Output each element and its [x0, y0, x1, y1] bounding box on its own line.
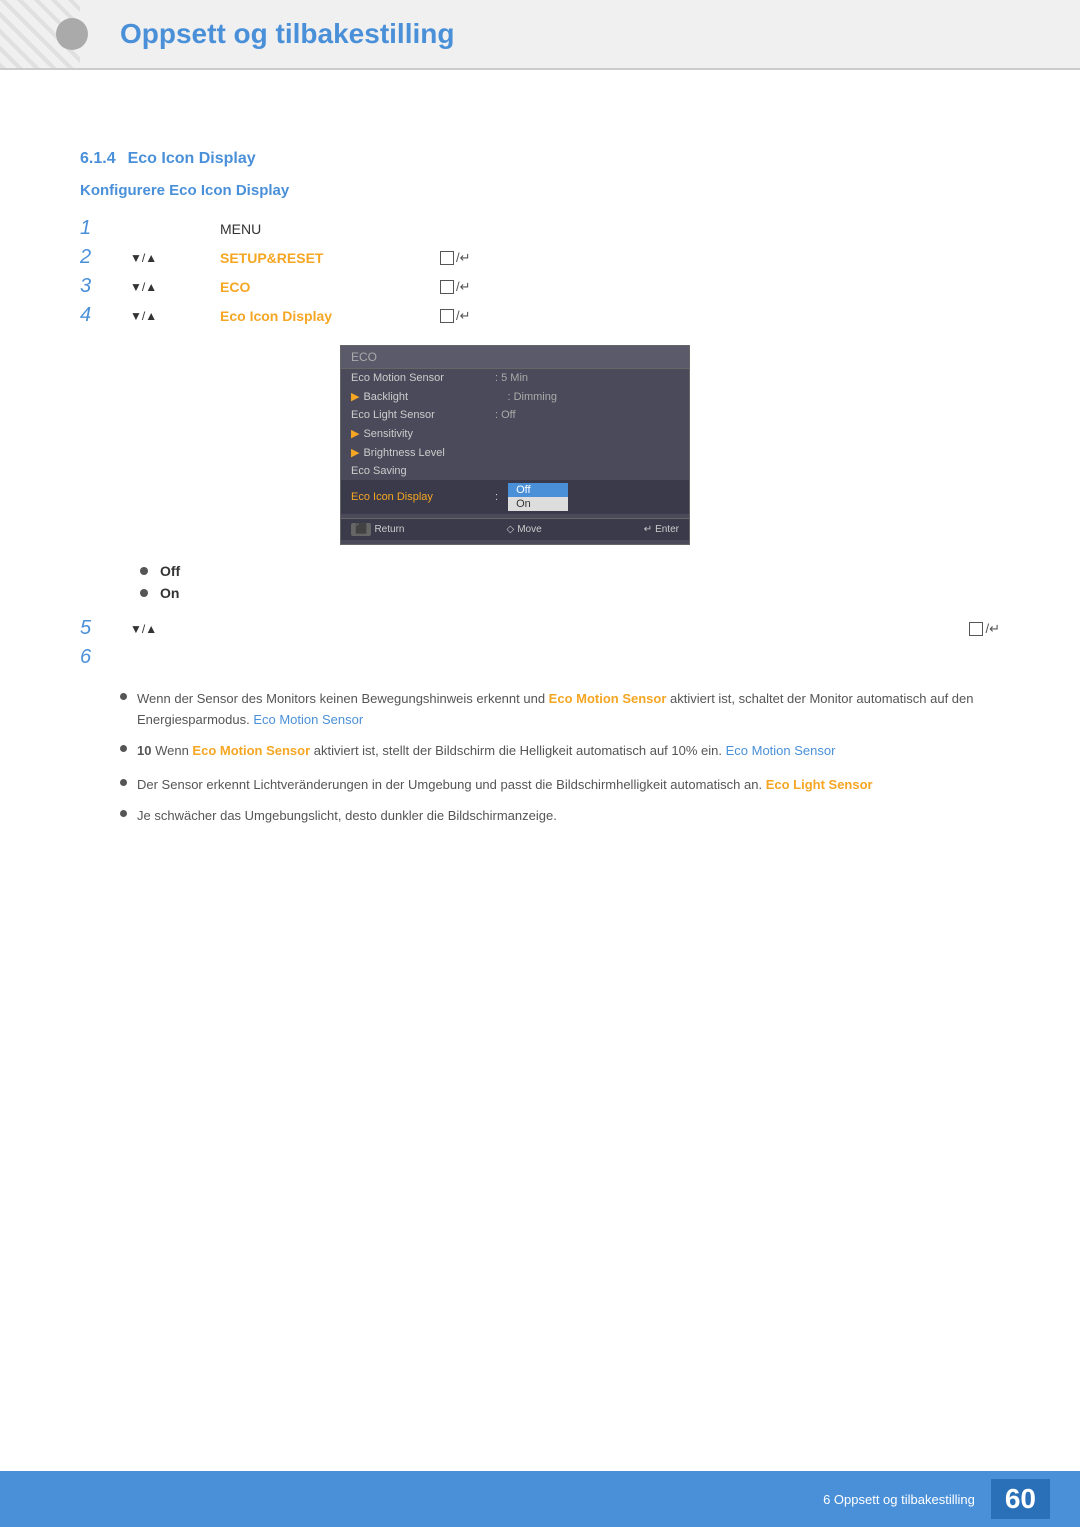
info-block-2: Der Sensor erkennt Lichtveränderungen in… — [120, 775, 1000, 827]
step-label-3: ECO — [220, 279, 420, 295]
bullet-dot-off — [140, 567, 148, 575]
highlight-eco-motion-2: Eco Motion Sensor — [192, 743, 310, 758]
eco-item-motion-sensor: Eco Motion Sensor : 5 Min — [341, 369, 689, 387]
configure-heading: Konfigurere Eco Icon Display — [80, 182, 1000, 199]
step-arrow-4: ▼/▲ — [130, 309, 190, 323]
info-item-1a: Wenn der Sensor des Monitors keinen Bewe… — [120, 689, 1000, 731]
eco-item-backlight: ▶ Backlight : Dimming — [341, 387, 689, 406]
dropdown-on[interactable]: On — [508, 497, 568, 511]
section-header: 6.1.4 Eco Icon Display — [80, 120, 1000, 182]
page-title: Oppsett og tilbakestilling — [120, 18, 454, 50]
bullet-dot-on — [140, 589, 148, 597]
step-arrow-2: ▼/▲ — [130, 251, 190, 265]
blue-eco-motion-1: Eco Motion Sensor — [253, 712, 363, 727]
eco-item-icon-display: Eco Icon Display : Off On — [341, 480, 689, 514]
step-icon-2: /↵ — [440, 250, 471, 266]
step-row-4: 4 ▼/▲ Eco Icon Display /↵ — [80, 304, 1000, 327]
eco-return: ⬛ Return — [351, 523, 404, 536]
enter-icon: ↵ — [644, 524, 652, 535]
info-block-1: Wenn der Sensor des Monitors keinen Bewe… — [120, 689, 1000, 761]
info-dot-1b — [120, 745, 127, 752]
highlight-eco-light-1: Eco Light Sensor — [766, 777, 873, 792]
info-item-2b: Je schwächer das Umgebungslicht, desto d… — [120, 806, 1000, 827]
step-num-6: 6 — [80, 646, 110, 669]
eco-enter: ↵ Enter — [644, 523, 679, 536]
dropdown-off[interactable]: Off — [508, 483, 568, 497]
step-num-2: 2 — [80, 246, 110, 269]
section-title: Eco Icon Display — [128, 150, 256, 168]
step-row-1: 1 MENU — [80, 217, 1000, 240]
step-icon-3: /↵ — [440, 279, 471, 295]
step-label-4: Eco Icon Display — [220, 308, 420, 324]
step-row-6: 6 — [80, 646, 1000, 669]
step-label-2: SETUP&RESET — [220, 250, 420, 266]
bullet-item-off: Off — [140, 563, 1000, 579]
bullet-text-on: On — [160, 585, 179, 601]
page-header: Oppsett og tilbakestilling — [0, 0, 1080, 70]
diamond-icon: ◇ — [507, 524, 515, 535]
blue-eco-motion-2: Eco Motion Sensor — [726, 743, 836, 758]
step-row-5: 5 ▼/▲ /↵ — [80, 617, 1000, 640]
step-num-5: 5 — [80, 617, 110, 640]
step-row-2: 2 ▼/▲ SETUP&RESET /↵ — [80, 246, 1000, 269]
info-dot-2b — [120, 810, 127, 817]
section-number: 6.1.4 — [80, 150, 116, 168]
eco-item-sensitivity: ▶ Sensitivity — [341, 424, 689, 443]
step-num-4: 4 — [80, 304, 110, 327]
step-arrow-3: ▼/▲ — [130, 280, 190, 294]
page-number: 60 — [991, 1479, 1050, 1519]
step-num-3: 3 — [80, 275, 110, 298]
main-content: 6.1.4 Eco Icon Display Konfigurere Eco I… — [0, 70, 1080, 921]
eco-item-saving: Eco Saving — [341, 462, 689, 480]
header-circle-icon — [56, 18, 88, 50]
highlight-eco-motion-1: Eco Motion Sensor — [549, 691, 667, 706]
step-num-1: 1 — [80, 217, 110, 240]
info-dot-1a — [120, 693, 127, 700]
bullet-item-on: On — [140, 585, 1000, 601]
step-icon-5: /↵ — [969, 621, 1000, 637]
step-arrow-5: ▼/▲ — [130, 622, 190, 636]
info-item-1b: 10 Wenn Eco Motion Sensor aktiviert ist,… — [120, 741, 1000, 762]
eco-panel-title: ECO — [341, 346, 689, 369]
steps-table: 1 MENU 2 ▼/▲ SETUP&RESET /↵ 3 ▼/▲ ECO /↵… — [80, 217, 1000, 327]
return-icon: ⬛ — [351, 523, 371, 536]
info-item-2a: Der Sensor erkennt Lichtveränderungen in… — [120, 775, 1000, 796]
options-bullet-list: Off On — [140, 563, 1000, 601]
eco-bottom-bar: ⬛ Return ◇ Move ↵ Enter — [341, 518, 689, 540]
eco-item-brightness: ▶ Brightness Level — [341, 443, 689, 462]
eco-panel: ECO Eco Motion Sensor : 5 Min ▶ Backligh… — [340, 345, 690, 545]
info-dot-2a — [120, 779, 127, 786]
eco-move: ◇ Move — [507, 523, 542, 536]
page-footer: 6 Oppsett og tilbakestilling 60 — [0, 1471, 1080, 1527]
footer-text: 6 Oppsett og tilbakestilling — [823, 1492, 975, 1507]
step-icon-4: /↵ — [440, 308, 471, 324]
bullet-text-off: Off — [160, 563, 180, 579]
step-label-1: MENU — [220, 221, 420, 237]
eco-item-light-sensor: Eco Light Sensor : Off — [341, 406, 689, 424]
step-row-3: 3 ▼/▲ ECO /↵ — [80, 275, 1000, 298]
